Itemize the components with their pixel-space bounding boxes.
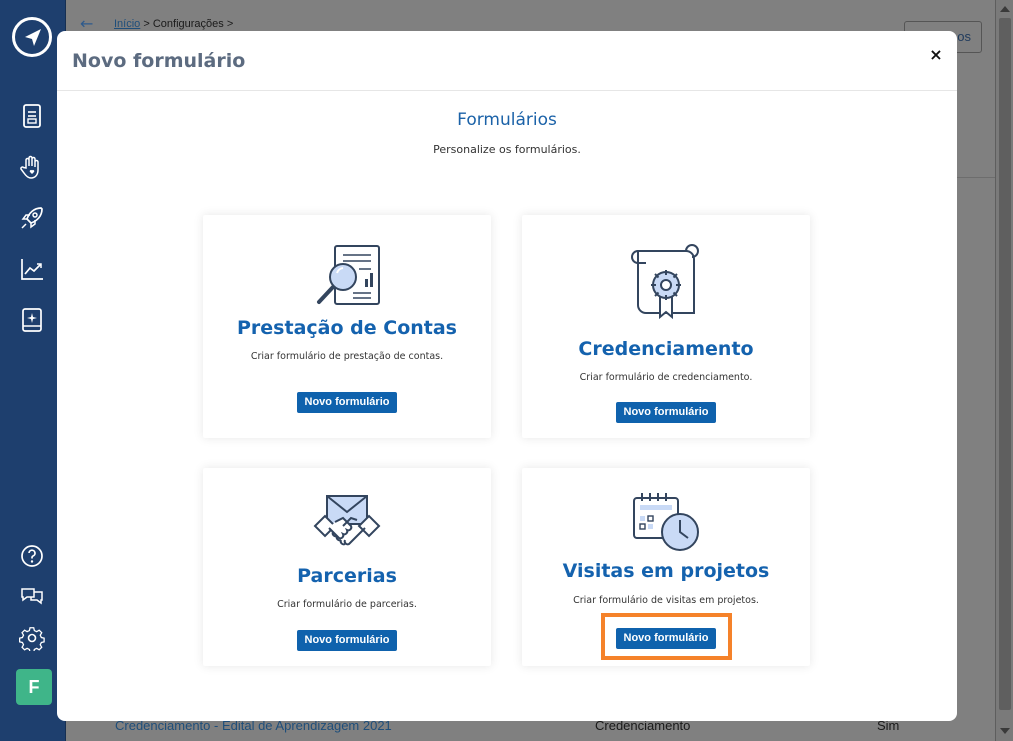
calendar-clock-icon [633,493,699,551]
breadcrumb: Início > Configurações > [114,18,233,30]
card-description: Criar formulário de prestação de contas. [250,351,444,362]
modal-title: Novo formulário [72,50,246,72]
modal-header: Novo formulário × [57,31,957,91]
row-type: Credenciamento [595,718,691,733]
section-title: Formulários [457,110,557,130]
app-logo[interactable] [12,17,52,57]
rocket-icon[interactable] [19,205,45,231]
avatar[interactable]: F [16,669,52,705]
breadcrumb-separator: > [143,18,150,30]
book-sparkle-icon[interactable] [19,307,45,333]
row-name[interactable]: Credenciamento - Edital de Aprendizagem … [115,718,392,738]
card-partnerships: Parcerias Criar formulário de parcerias.… [203,468,491,666]
scrollbar[interactable] [995,0,1013,741]
highlight-box [601,613,732,660]
row-status: Sim [877,718,900,733]
card-description: Criar formulário de credenciamento. [579,372,753,383]
new-form-modal: Novo formulário × Formulários Personaliz… [57,31,957,721]
card-title: Visitas em projetos [562,560,770,582]
scroll-thumb[interactable] [999,18,1011,710]
card-accreditation: Credenciamento Criar formulário de crede… [522,215,810,438]
section-subtitle: Personalize os formulários. [433,143,581,156]
chart-trend-icon[interactable] [19,256,45,282]
document-icon[interactable] [19,103,45,129]
new-form-button-accountability[interactable]: Novo formulário [297,392,397,413]
card-title: Parcerias [297,565,397,587]
audit-report-icon [317,245,380,305]
scroll-up-arrow-icon[interactable] [1000,6,1010,12]
card-description: Criar formulário de visitas em projetos. [573,595,759,606]
handshake-icon [313,495,381,546]
hand-heart-icon[interactable] [19,154,45,180]
breadcrumb-home[interactable]: Início [114,18,140,30]
new-form-button-partnerships[interactable]: Novo formulário [297,630,397,651]
navigation-arrow-icon [25,29,41,46]
close-icon[interactable]: × [927,45,945,65]
help-icon[interactable] [19,543,45,569]
scroll-down-arrow-icon[interactable] [1000,728,1010,734]
card-accountability: Prestação de Contas Criar formulário de … [203,215,491,438]
card-description: Criar formulário de parcerias. [277,599,417,610]
card-title: Credenciamento [578,338,754,360]
new-form-button-accreditation[interactable]: Novo formulário [616,402,716,423]
gear-icon[interactable] [19,625,45,651]
card-title: Prestação de Contas [237,317,457,339]
breadcrumb-trail-separator: > [226,18,234,30]
certificate-icon [631,244,700,320]
breadcrumb-current: Configurações [152,18,224,30]
divider [956,177,995,178]
chat-icon[interactable] [19,583,45,609]
